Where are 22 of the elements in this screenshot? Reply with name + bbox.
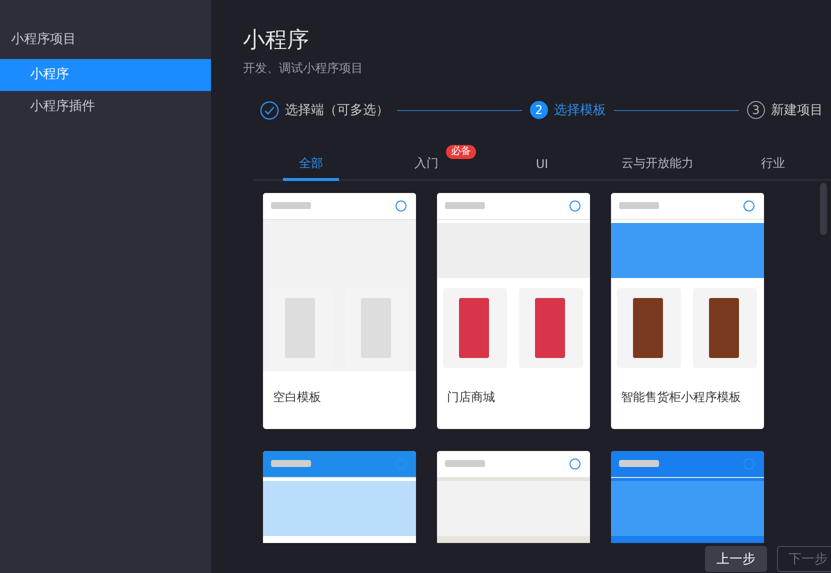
template-name: 智能售货柜小程序模板 [620,389,742,406]
step-label: 新建项目 [771,102,823,119]
template-card[interactable]: 智能售货柜小程序模板 [611,193,764,429]
sidebar-heading: 小程序项目 [10,31,77,49]
scrollbar[interactable] [820,183,827,235]
step-label: 选择模板 [554,102,606,119]
template-card[interactable]: 门店商城 [437,193,590,429]
category-tab[interactable]: UI [520,149,564,181]
template-card[interactable]: 空白模板 [263,193,416,429]
back-button[interactable]: 上一步 [705,546,767,572]
category-tab[interactable]: 云与开放能力 [606,149,710,181]
badge: 必备 [446,145,476,159]
page-title: 小程序 [243,28,310,54]
step-label: 选择端（可多选） [285,102,389,119]
template-name: 空白模板 [272,389,322,406]
category-tab[interactable]: 行业 [745,149,802,181]
page-subtitle: 开发、调试小程序项目 [243,60,364,77]
step-number: 2 [530,101,548,119]
category-tab[interactable]: 全部 [282,149,339,181]
step-number: 3 [747,101,765,119]
template-name: 门店商城 [446,389,496,406]
sidebar-item[interactable]: 小程序插件 [0,91,211,123]
